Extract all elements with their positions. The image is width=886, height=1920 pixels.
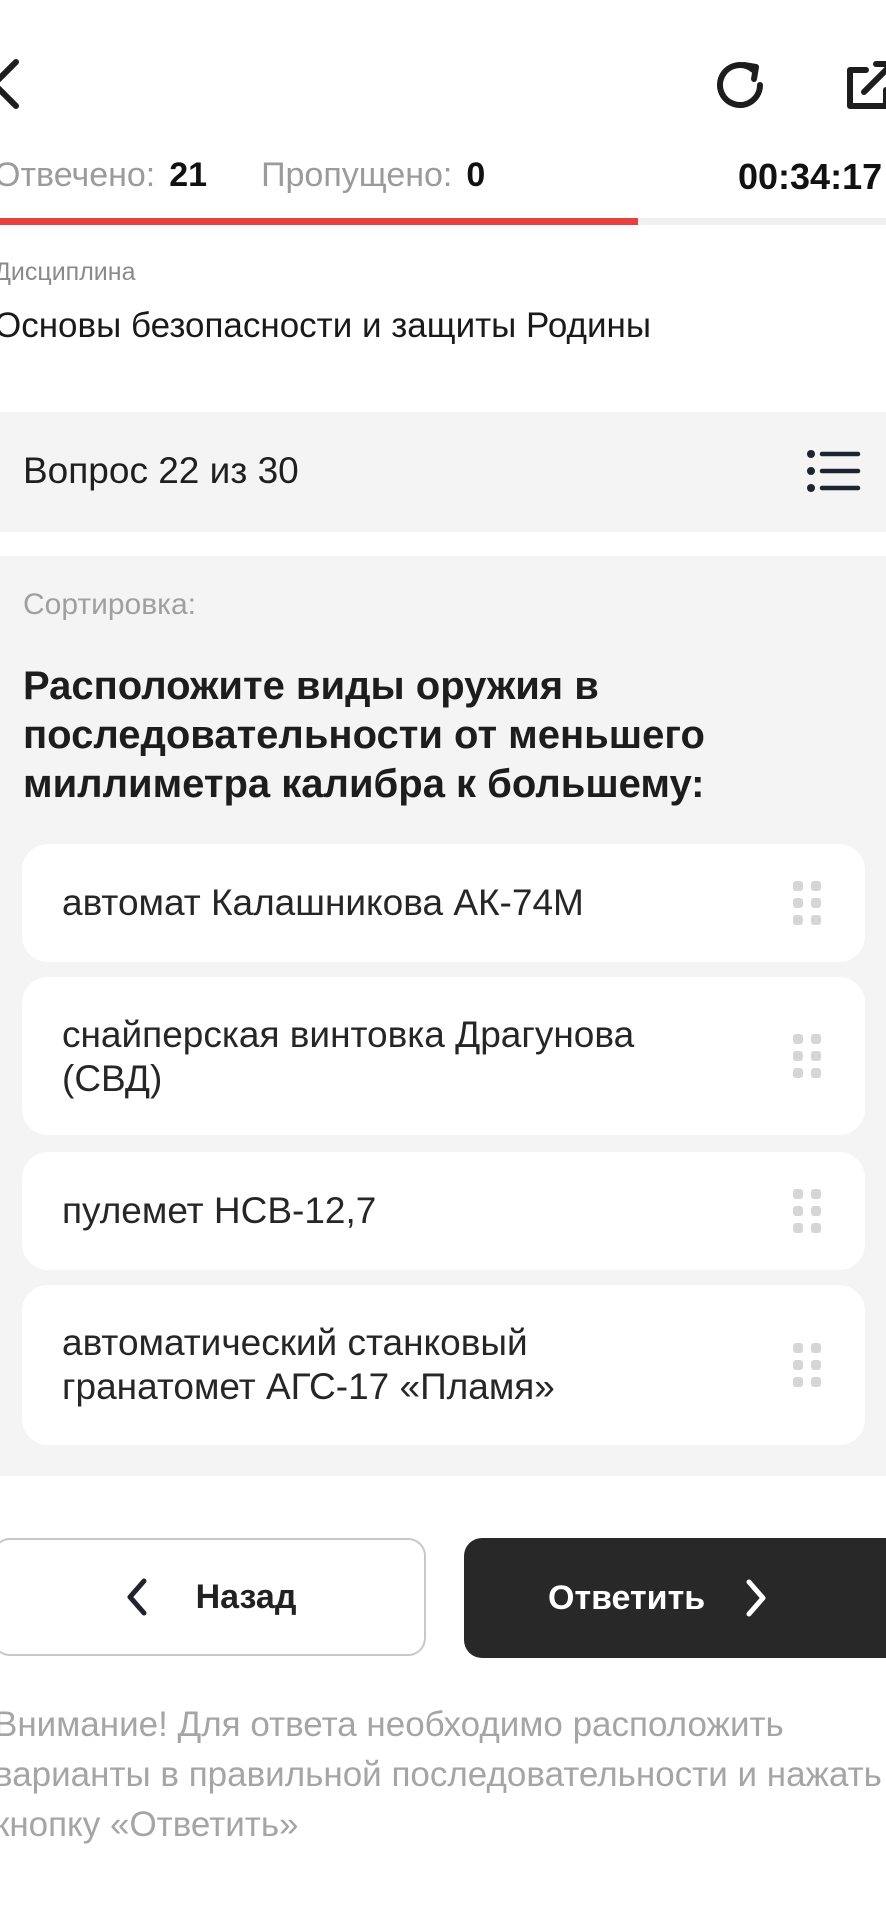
progress-fill [0,218,638,225]
sort-option-label: пулемет НСВ-12,7 [62,1190,377,1231]
back-button[interactable]: Назад [0,1538,426,1656]
back-button-label: Назад [195,1577,297,1616]
share-icon[interactable] [842,60,886,112]
answer-counters: Отвечено: 21 Пропущено: 0 [0,156,485,200]
answer-button-label: Ответить [548,1578,706,1617]
sort-option[interactable]: снайперская винтовка Драгунова (СВД) [22,977,865,1135]
sort-option[interactable]: автомат Калашникова АК-74М [22,844,865,962]
drag-handle-icon[interactable] [793,881,821,925]
progress-bar [0,218,886,225]
answer-notice: Внимание! Для ответа необходимо располож… [0,1705,882,1844]
skipped-count: 0 [466,156,486,194]
sort-option-label: автомат Калашникова АК-74М [62,882,584,923]
chevron-right-icon [741,1578,771,1618]
sort-option-label: автоматический станковый гранатомет АГС-… [62,1322,555,1407]
discipline-label: Дисциплина [0,258,136,286]
sort-option[interactable]: пулемет НСВ-12,7 [22,1152,865,1270]
discipline-title: Основы безопасности и защиты Родины [0,306,651,345]
skipped-label: Пропущено: [261,156,453,194]
drag-handle-icon[interactable] [793,1034,821,1078]
answer-button[interactable]: Ответить [464,1538,886,1658]
timer: 00:34:17 [738,156,883,197]
question-number: Вопрос 22 из 30 [23,450,299,491]
reload-icon[interactable] [712,55,772,115]
drag-handle-icon[interactable] [793,1189,821,1233]
chevron-left-icon [122,1577,152,1617]
sort-option[interactable]: автоматический станковый гранатомет АГС-… [22,1285,865,1445]
back-icon[interactable] [0,56,26,112]
question-list-icon[interactable] [806,446,862,496]
drag-handle-icon[interactable] [793,1343,821,1387]
answered-label: Отвечено: [0,156,156,194]
answered-count: 21 [169,156,208,194]
sort-option-label: снайперская винтовка Драгунова (СВД) [62,1014,635,1099]
question-type: Сортировка: [23,588,196,621]
question-text: Расположите виды оружия в последовательн… [23,664,705,806]
